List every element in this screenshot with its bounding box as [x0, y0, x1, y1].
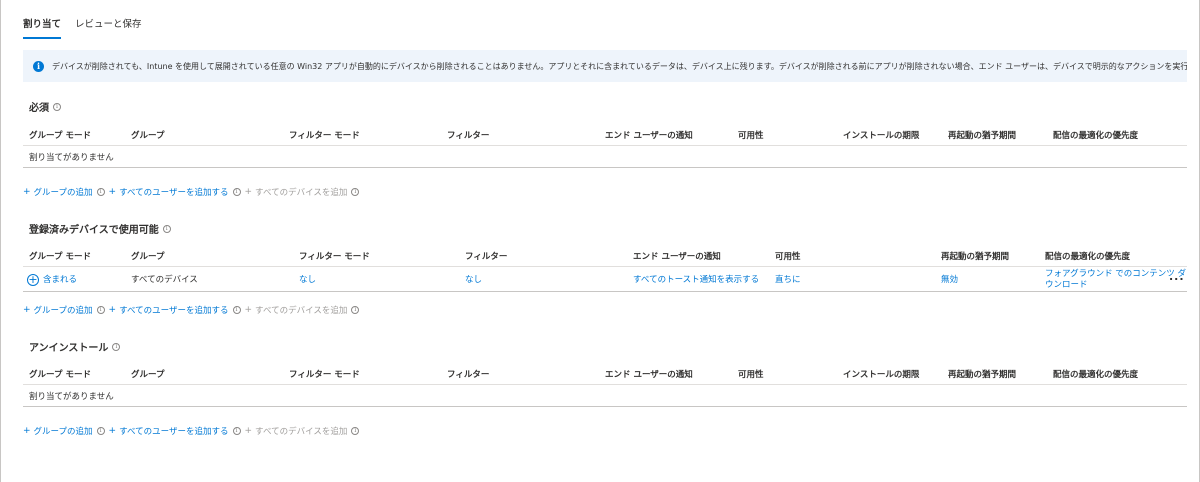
header-restart-grace: 再起動の猶予期間: [941, 252, 1010, 262]
notification-link[interactable]: すべてのトースト通知を表示する: [633, 268, 759, 292]
info-icon: i: [351, 427, 360, 435]
actions-uninstall: + グループの追加 i + すべてのユーザーを追加する i + すべてのデバイスを追加 i: [23, 425, 360, 437]
priority-line1: フォアグラウンド でのコンテンツ ダ: [1045, 269, 1186, 279]
add-all-devices-button[interactable]: + すべてのデバイスを追加 i: [245, 304, 360, 316]
add-group-button[interactable]: + グループの追加 i: [23, 186, 105, 198]
availability-link[interactable]: 直ちに: [775, 268, 801, 292]
delivery-priority-link[interactable]: フォアグラウンド でのコンテンツ ダ ウンロード: [1045, 268, 1186, 292]
group-mode-link[interactable]: + 含まれる: [27, 268, 77, 292]
section-title-text: 登録済みデバイスで使用可能: [29, 225, 159, 236]
priority-line2: ウンロード: [1045, 280, 1088, 290]
header-filter-mode: フィルター モード: [299, 252, 370, 262]
header-availability: 可用性: [738, 370, 764, 380]
header-availability: 可用性: [738, 131, 764, 141]
info-icon: i: [351, 306, 360, 314]
info-banner: i デバイスが削除されても、Intune を使用して展開されている任意の Win…: [23, 50, 1187, 82]
header-notification: エンド ユーザーの通知: [633, 252, 721, 262]
empty-message: 割り当てがありません: [29, 153, 114, 163]
add-all-devices-button[interactable]: + すべてのデバイスを追加 i: [245, 425, 360, 437]
header-group: グループ: [131, 131, 165, 141]
header-filter: フィルター: [465, 252, 508, 262]
tab-bar: 割り当て レビューと保存: [23, 12, 142, 39]
header-notification: エンド ユーザーの通知: [605, 131, 693, 141]
info-icon: i: [96, 427, 105, 435]
filter-mode-link[interactable]: なし: [299, 268, 316, 292]
header-group: グループ: [131, 252, 165, 262]
empty-row: 割り当てがありません: [23, 148, 1187, 168]
table-header: グループ モード グループ フィルター モード フィルター エンド ユーザーの通…: [23, 126, 1187, 146]
add-all-users-button[interactable]: + すべてのユーザーを追加する i: [109, 186, 241, 198]
section-title-text: アンインストール: [29, 343, 109, 354]
info-banner-text: デバイスが削除されても、Intune を使用して展開されている任意の Win32…: [52, 61, 1187, 71]
actions-available: + グループの追加 i + すべてのユーザーを追加する i + すべてのデバイスを追加 i: [23, 304, 360, 316]
info-icon: i: [33, 60, 44, 72]
section-title-text: 必須: [29, 103, 49, 114]
add-all-users-button[interactable]: + すべてのユーザーを追加する i: [109, 304, 241, 316]
header-group: グループ: [131, 370, 165, 380]
header-group-mode: グループ モード: [29, 131, 91, 141]
info-icon[interactable]: i: [53, 102, 61, 111]
actions-required: + グループの追加 i + すべてのユーザーを追加する i + すべてのデバイスを追加 i: [23, 186, 360, 198]
header-filter-mode: フィルター モード: [289, 131, 360, 141]
empty-message: 割り当てがありません: [29, 392, 114, 402]
section-title-available: 登録済みデバイスで使用可能 i: [29, 221, 171, 236]
info-icon: i: [232, 188, 241, 196]
header-filter: フィルター: [447, 131, 490, 141]
header-install-deadline: インストールの期限: [843, 131, 920, 141]
header-delivery-priority: 配信の最適化の優先度: [1053, 131, 1139, 141]
table-header: グループ モード グループ フィルター モード フィルター エンド ユーザーの通…: [23, 247, 1187, 267]
page-frame: 割り当て レビューと保存 i デバイスが削除されても、Intune を使用して展…: [0, 0, 1200, 482]
info-icon: i: [232, 306, 241, 314]
header-restart-grace: 再起動の猶予期間: [948, 370, 1017, 380]
info-icon: i: [232, 427, 241, 435]
info-icon: i: [351, 188, 360, 196]
add-all-users-button[interactable]: + すべてのユーザーを追加する i: [109, 425, 241, 437]
table-row: + 含まれる すべてのデバイス なし なし すべてのトースト通知を表示する 直ちに…: [23, 268, 1187, 292]
empty-row: 割り当てがありません: [23, 387, 1187, 407]
add-group-button[interactable]: + グループの追加 i: [23, 304, 105, 316]
header-filter: フィルター: [447, 370, 490, 380]
header-filter-mode: フィルター モード: [289, 370, 360, 380]
section-title-required: 必須 i: [29, 99, 61, 114]
add-group-button[interactable]: + グループの追加 i: [23, 425, 105, 437]
table-header: グループ モード グループ フィルター モード フィルター エンド ユーザーの通…: [23, 365, 1187, 385]
header-delivery-priority: 配信の最適化の優先度: [1053, 370, 1139, 380]
header-group-mode: グループ モード: [29, 252, 91, 262]
restart-grace-link[interactable]: 無効: [941, 268, 958, 292]
section-title-uninstall: アンインストール i: [29, 339, 121, 354]
header-availability: 可用性: [775, 252, 801, 262]
header-notification: エンド ユーザーの通知: [605, 370, 693, 380]
header-restart-grace: 再起動の猶予期間: [948, 131, 1017, 141]
info-icon: i: [96, 306, 105, 314]
info-icon[interactable]: i: [162, 224, 171, 233]
add-circle-icon: +: [27, 272, 39, 286]
info-icon[interactable]: i: [112, 342, 121, 351]
filter-link[interactable]: なし: [465, 268, 482, 292]
tab-review-save[interactable]: レビューと保存: [75, 12, 142, 39]
more-options-icon[interactable]: ...: [1169, 270, 1185, 283]
header-group-mode: グループ モード: [29, 370, 91, 380]
header-install-deadline: インストールの期限: [843, 370, 920, 380]
group-cell: すべてのデバイス: [131, 275, 198, 285]
tab-assignments[interactable]: 割り当て: [23, 12, 62, 39]
add-all-devices-button[interactable]: + すべてのデバイスを追加 i: [245, 186, 360, 198]
header-delivery-priority: 配信の最適化の優先度: [1045, 252, 1131, 262]
info-icon: i: [96, 188, 105, 196]
